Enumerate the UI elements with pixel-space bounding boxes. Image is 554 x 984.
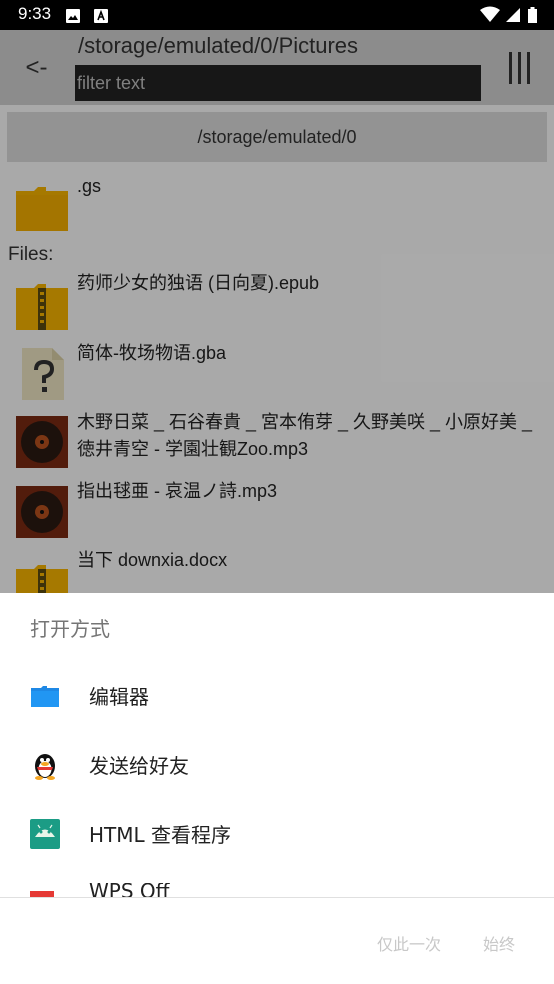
always-button[interactable]: 始终 xyxy=(483,931,515,955)
sheet-title: 打开方式 xyxy=(30,617,110,641)
app-option-send-to-friend[interactable]: 发送给好友 xyxy=(0,730,554,798)
status-right-icons xyxy=(480,6,544,24)
just-once-button[interactable]: 仅此一次 xyxy=(377,931,441,955)
signal-icon xyxy=(506,8,520,22)
open-with-sheet: 打开方式 编辑器 发送给好友 HTML 查看程序 WPS Off 仅此一次 始终 xyxy=(0,593,554,984)
a-letter-icon xyxy=(94,8,108,23)
folder-icon xyxy=(30,681,60,711)
sheet-divider xyxy=(0,897,554,898)
app-option-editor[interactable]: 编辑器 xyxy=(0,661,554,729)
app-option-wps[interactable]: WPS Off xyxy=(0,883,554,897)
status-bar: 9:33 xyxy=(0,0,554,30)
image-icon xyxy=(66,8,80,23)
app-option-html-viewer[interactable]: HTML 查看程序 xyxy=(0,799,554,867)
app-label: WPS Off xyxy=(89,883,170,897)
android-icon xyxy=(30,819,60,849)
dim-overlay[interactable] xyxy=(0,30,554,593)
qq-penguin-icon xyxy=(30,750,60,780)
wifi-icon xyxy=(480,6,500,22)
app-label: 发送给好友 xyxy=(89,754,189,778)
screen: 9:33 <- /storage/emulated/0/Pictures /st… xyxy=(0,0,554,984)
app-label: HTML 查看程序 xyxy=(89,823,232,847)
status-time: 9:33 xyxy=(18,4,52,23)
battery-icon xyxy=(528,7,537,23)
app-label: 编辑器 xyxy=(89,685,149,709)
